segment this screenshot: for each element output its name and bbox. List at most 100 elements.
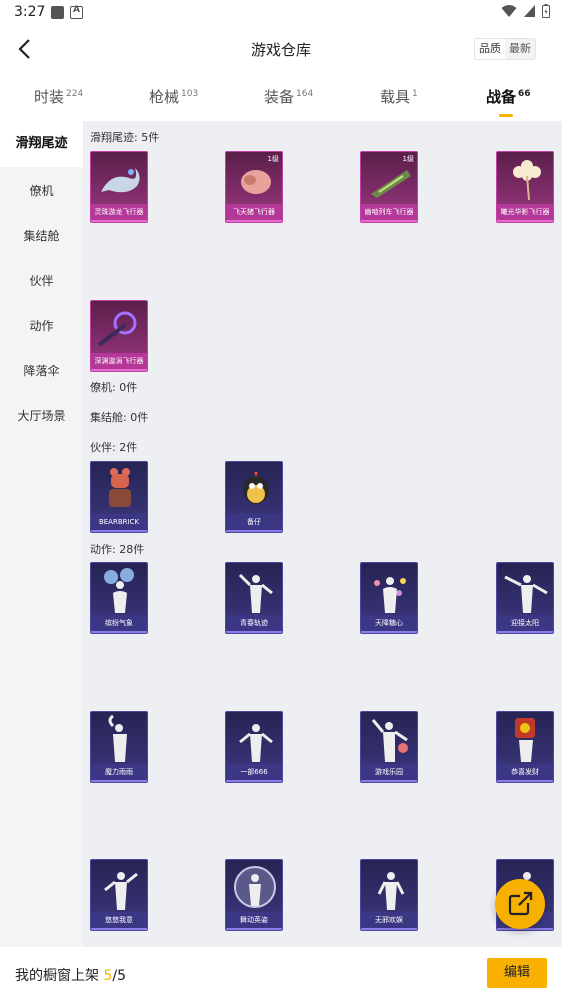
sidebar-item-emote[interactable]: 动作 <box>0 317 83 334</box>
item-card[interactable]: 无邪欢娱 <box>360 859 418 931</box>
header: 游戏仓库 品质 最新 <box>0 26 562 72</box>
wifi-icon <box>501 5 517 17</box>
item-card[interactable]: 恭喜发财 <box>496 711 554 783</box>
emote-figure-icon <box>104 568 134 613</box>
tab-combat-prep[interactable]: 战备 66 <box>486 86 531 117</box>
tab-label: 装备 <box>264 88 295 106</box>
share-button[interactable] <box>495 879 545 929</box>
item-label: 幽啮列车飞行器 <box>361 204 417 220</box>
flower-glider-icon <box>513 160 541 201</box>
item-card[interactable]: BEARBRICK <box>90 461 148 533</box>
system-icons <box>501 4 550 18</box>
showcase-bar: 我的橱窗上架 5/5 编辑 <box>0 947 562 999</box>
emote-figure-icon <box>515 718 535 762</box>
item-card[interactable]: 天降糖心 <box>360 562 418 634</box>
sidebar-item-rally-pod[interactable]: 集结舱 <box>0 227 83 244</box>
item-card[interactable]: 游戏乐园 <box>360 711 418 783</box>
item-card[interactable]: 悠悠我意 <box>90 859 148 931</box>
item-label: 魔力雨雨 <box>91 764 147 780</box>
item-card[interactable]: 灵珠游龙飞行器 <box>90 151 148 223</box>
category-tabs: 时装 224 枪械 103 装备 164 载具 1 战备 66 <box>0 78 562 118</box>
item-label: 一部666 <box>226 764 282 780</box>
emote-figure-icon <box>374 577 406 613</box>
tab-label: 载具 <box>380 88 411 106</box>
tab-count: 1 <box>412 89 418 99</box>
item-label: 青春轨迹 <box>226 615 282 631</box>
sidebar-item-partner[interactable]: 伙伴 <box>0 272 83 289</box>
item-label: 无邪欢娱 <box>361 912 417 928</box>
tab-fashion[interactable]: 时装 224 <box>34 86 83 107</box>
item-card[interactable]: 缤纷气象 <box>90 562 148 634</box>
item-grid: 滑翔尾迹: 5件 灵珠游龙飞行器 1级 飞天猪飞行器 1级 幽啮列车飞行器 曦光… <box>83 121 562 947</box>
section-header-emote: 动作: 28件 <box>90 543 145 556</box>
status-bar: 3:27 <box>0 0 562 26</box>
item-label: 灵珠游龙飞行器 <box>91 204 147 220</box>
item-card[interactable]: 深渊漩涡飞行器 <box>90 300 148 372</box>
tab-label: 战备 <box>486 88 517 106</box>
signal-icon <box>524 5 535 17</box>
edit-button[interactable]: 编辑 <box>487 958 547 988</box>
item-card[interactable]: 迎接太阳 <box>496 562 554 634</box>
beizai-partner-icon <box>243 472 269 504</box>
bearbrick-figure-icon <box>109 468 131 507</box>
item-label: 曦光华影飞行器 <box>497 204 553 220</box>
item-label: BEARBRICK <box>91 514 147 530</box>
item-card[interactable]: 青春轨迹 <box>225 562 283 634</box>
tab-vehicles[interactable]: 载具 1 <box>380 86 418 107</box>
tab-count: 224 <box>66 89 84 99</box>
vortex-glider-icon <box>97 311 137 347</box>
section-header-partner: 伙伴: 2件 <box>90 441 138 454</box>
tab-count: 164 <box>296 89 314 99</box>
sidebar-item-lobby-scene[interactable]: 大厅场景 <box>0 407 83 424</box>
tab-count: 66 <box>518 89 531 99</box>
sort-quality-option[interactable]: 品质 <box>475 39 505 59</box>
item-card[interactable]: 魔力雨雨 <box>90 711 148 783</box>
tab-label: 时装 <box>34 88 65 106</box>
external-link-icon <box>508 891 533 916</box>
section-header-rally-pod: 集结舱: 0件 <box>90 411 149 424</box>
sort-toggle: 品质 最新 <box>474 38 536 60</box>
sidebar-item-parachute[interactable]: 降落伞 <box>0 362 83 379</box>
item-label: 深渊漩涡飞行器 <box>91 353 147 369</box>
emote-figure-icon <box>238 573 273 613</box>
battery-icon <box>542 4 550 18</box>
emote-figure-icon <box>377 872 405 910</box>
sidebar-item-glide-trail[interactable]: 滑翔尾迹 <box>0 121 83 167</box>
item-label: 悠悠我意 <box>91 912 147 928</box>
item-card[interactable]: 1级 幽啮列车飞行器 <box>360 151 418 223</box>
category-sidebar: 滑翔尾迹 僚机 集结舱 伙伴 动作 降落伞 大厅场景 <box>0 121 83 947</box>
emote-figure-icon <box>239 724 273 762</box>
tab-count: 103 <box>181 89 199 99</box>
item-label: 游戏乐园 <box>361 764 417 780</box>
sort-newest-option[interactable]: 最新 <box>505 39 535 59</box>
item-card[interactable]: 舞动英姿 <box>225 859 283 931</box>
section-header-wingman: 僚机: 0件 <box>90 381 138 394</box>
item-label: 飞天猪飞行器 <box>226 204 282 220</box>
emote-figure-icon <box>234 866 276 908</box>
item-card[interactable]: 一部666 <box>225 711 283 783</box>
tab-equipment[interactable]: 装备 164 <box>264 86 313 107</box>
tab-guns[interactable]: 枪械 103 <box>149 86 198 107</box>
item-label: 恭喜发财 <box>497 764 553 780</box>
item-label: 备仔 <box>226 514 282 530</box>
showcase-status: 我的橱窗上架 5/5 <box>15 965 126 985</box>
emote-figure-icon <box>108 714 127 762</box>
item-label: 缤纷气象 <box>91 615 147 631</box>
notification-icon <box>51 6 64 19</box>
section-header-glide-trail: 滑翔尾迹: 5件 <box>90 131 160 144</box>
tab-active-indicator <box>499 114 513 117</box>
sidebar-item-wingman[interactable]: 僚机 <box>0 182 83 199</box>
emote-figure-icon <box>371 719 408 762</box>
item-card[interactable]: 曦光华影飞行器 <box>496 151 554 223</box>
emote-figure-icon <box>504 575 548 613</box>
item-card[interactable]: 1级 飞天猪飞行器 <box>225 151 283 223</box>
tab-label: 枪械 <box>149 88 180 106</box>
showcase-total-count: 5 <box>117 968 127 984</box>
showcase-label: 我的橱窗上架 <box>15 968 104 984</box>
emote-figure-icon <box>104 872 138 910</box>
flying-pig-icon <box>241 170 271 194</box>
item-label: 迎接太阳 <box>497 615 553 631</box>
app-notification-icon <box>70 5 83 19</box>
item-card[interactable]: 备仔 <box>225 461 283 533</box>
item-label: 舞动英姿 <box>226 912 282 928</box>
